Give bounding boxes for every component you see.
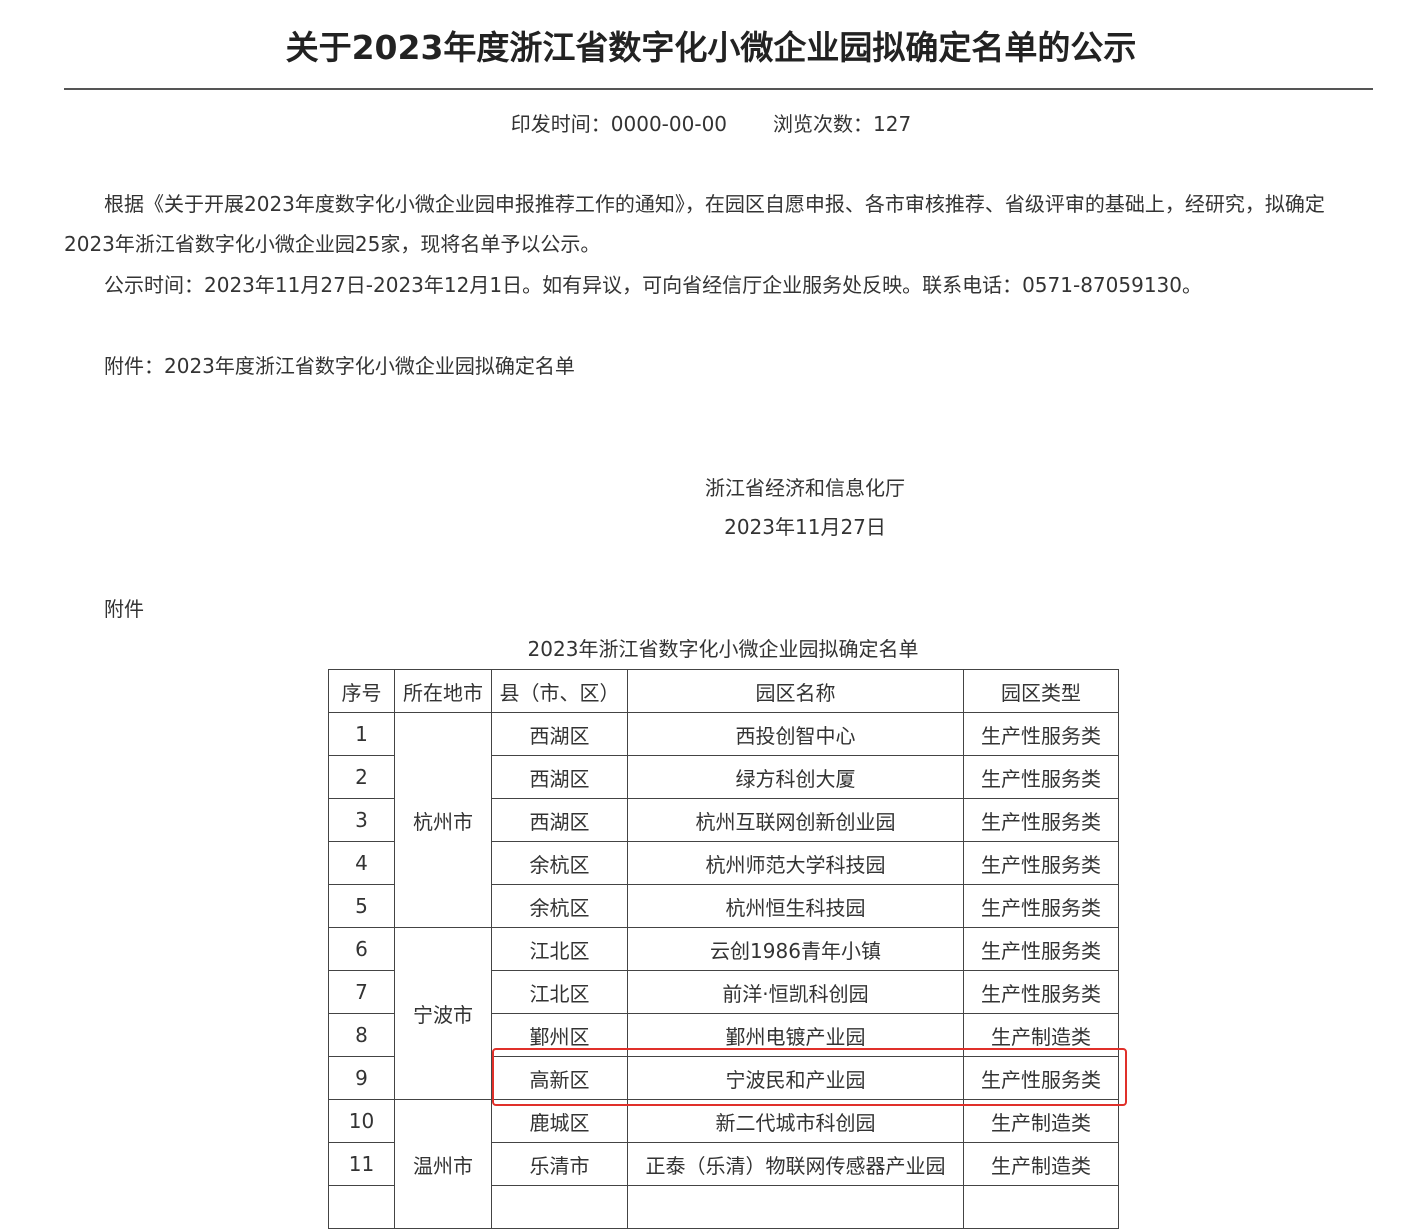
cell-county: 鹿城区 — [491, 1099, 628, 1143]
header-park: 园区名称 — [627, 669, 964, 713]
cell-city: 温州市 — [394, 1099, 492, 1229]
cell-type — [963, 1185, 1119, 1229]
cell-no: 11 — [328, 1142, 395, 1186]
cell-no: 1 — [328, 712, 395, 756]
cell-county: 西湖区 — [491, 712, 628, 756]
cell-type: 生产制造类 — [963, 1142, 1119, 1186]
cell-no: 7 — [328, 970, 395, 1014]
cell-county: 乐清市 — [491, 1142, 628, 1186]
table-row: 6 宁波市 江北区 云创1986青年小镇 生产性服务类 — [328, 927, 1119, 1100]
cell-county: 高新区 — [491, 1056, 628, 1100]
signature-date: 2023年11月27日 — [724, 515, 886, 539]
cell-park: 杭州互联网创新创业园 — [627, 798, 964, 842]
cell-type: 生产性服务类 — [963, 970, 1119, 1014]
cell-no: 10 — [328, 1099, 395, 1143]
cell-park — [627, 1185, 964, 1229]
cell-park: 杭州师范大学科技园 — [627, 841, 964, 885]
cell-park: 鄞州电镀产业园 — [627, 1013, 964, 1057]
cell-type: 生产性服务类 — [963, 841, 1119, 885]
article-meta: 印发时间：0000-00-00 浏览次数：127 — [0, 110, 1422, 138]
issue-date: 0000-00-00 — [610, 112, 728, 136]
cell-type: 生产制造类 — [963, 1013, 1119, 1057]
page-title: 关于2023年度浙江省数字化小微企业园拟确定名单的公示 — [285, 28, 1137, 67]
park-list-table: 序号 所在地市 县（市、区） 园区名称 园区类型 1 杭州市 西湖区 西投创智中… — [328, 669, 1119, 1229]
attachment-reference: 附件：2023年度浙江省数字化小微企业园拟确定名单 — [104, 354, 575, 378]
cell-park: 云创1986青年小镇 — [627, 927, 964, 971]
header-type: 园区类型 — [963, 669, 1119, 713]
cell-park: 新二代城市科创园 — [627, 1099, 964, 1143]
view-count: 127 — [873, 112, 912, 136]
cell-no: 9 — [328, 1056, 395, 1100]
cell-county: 江北区 — [491, 927, 628, 971]
body-paragraph-1: 根据《关于开展2023年度数字化小微企业园申报推荐工作的通知》，在园区自愿申报、… — [64, 192, 1325, 256]
table-header-row: 序号 所在地市 县（市、区） 园区名称 园区类型 — [328, 669, 1119, 713]
cell-county: 鄞州区 — [491, 1013, 628, 1057]
cell-county: 江北区 — [491, 970, 628, 1014]
table-title: 2023年浙江省数字化小微企业园拟确定名单 — [527, 637, 919, 661]
cell-park: 绿方科创大厦 — [627, 755, 964, 799]
cell-type: 生产性服务类 — [963, 755, 1119, 799]
body-paragraph-2: 公示时间：2023年11月27日-2023年12月1日。如有异议，可向省经信厅企… — [104, 273, 1202, 297]
cell-park: 西投创智中心 — [627, 712, 964, 756]
cell-park: 杭州恒生科技园 — [627, 884, 964, 928]
cell-type: 生产性服务类 — [963, 884, 1119, 928]
cell-park: 正泰（乐清）物联网传感器产业园 — [627, 1142, 964, 1186]
cell-no: 6 — [328, 927, 395, 971]
cell-no: 4 — [328, 841, 395, 885]
cell-city: 杭州市 — [394, 712, 492, 928]
issue-date-label: 印发时间： — [510, 112, 611, 136]
cell-type: 生产制造类 — [963, 1099, 1119, 1143]
cell-type: 生产性服务类 — [963, 712, 1119, 756]
table-row: 1 杭州市 西湖区 西投创智中心 生产性服务类 — [328, 712, 1119, 928]
cell-no: 2 — [328, 755, 395, 799]
cell-no: 8 — [328, 1013, 395, 1057]
cell-type: 生产性服务类 — [963, 1056, 1119, 1100]
cell-county — [491, 1185, 628, 1229]
header-county: 县（市、区） — [491, 669, 628, 713]
cell-county: 余杭区 — [491, 884, 628, 928]
title-divider — [64, 88, 1373, 90]
cell-county: 西湖区 — [491, 755, 628, 799]
signature-org: 浙江省经济和信息化厅 — [705, 476, 905, 500]
cell-type: 生产性服务类 — [963, 798, 1119, 842]
cell-county: 余杭区 — [491, 841, 628, 885]
attachment-label: 附件 — [104, 597, 144, 621]
cell-county: 西湖区 — [491, 798, 628, 842]
cell-type: 生产性服务类 — [963, 927, 1119, 971]
table-row: 10 温州市 鹿城区 新二代城市科创园 生产制造类 — [328, 1099, 1119, 1229]
views-label: 浏览次数： — [773, 112, 874, 136]
cell-no — [328, 1185, 395, 1229]
header-city: 所在地市 — [394, 669, 492, 713]
cell-park: 宁波民和产业园 — [627, 1056, 964, 1100]
header-no: 序号 — [328, 669, 395, 713]
cell-no: 3 — [328, 798, 395, 842]
cell-no: 5 — [328, 884, 395, 928]
cell-park: 前洋·恒凯科创园 — [627, 970, 964, 1014]
cell-city: 宁波市 — [394, 927, 492, 1100]
